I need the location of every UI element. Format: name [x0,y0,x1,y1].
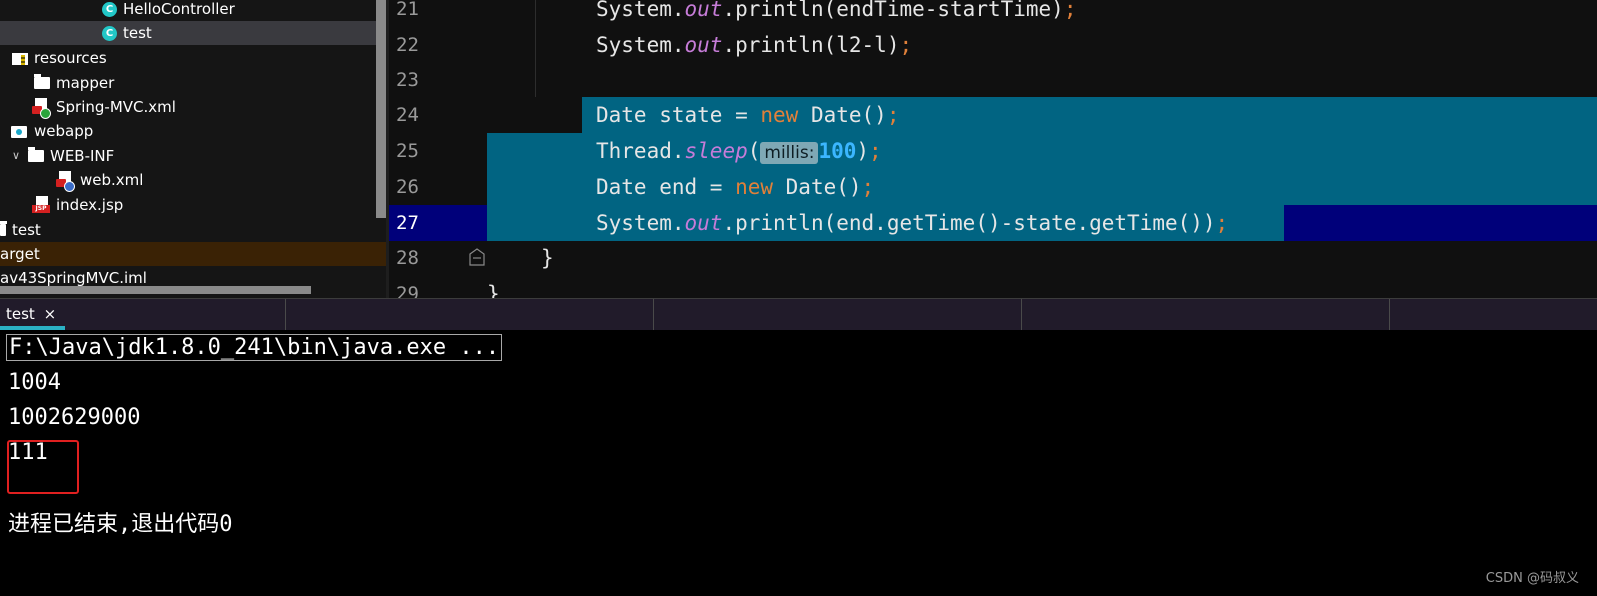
tree-item-label: HelloController [123,0,235,18]
line-number: 21 [396,0,419,20]
tab-separator [1021,299,1022,330]
chevron-down-icon[interactable]: ∨ [12,144,24,168]
tree-item-label: test [12,221,41,239]
caret-line-highlight [1284,205,1597,241]
gutter-line: 21 [389,0,479,27]
code-editor[interactable]: 21 22 23 24 25 26 27 28 29 System.out.pr… [389,0,1597,298]
class-icon: C [102,1,117,17]
code-line: Thread.sleep(millis: 100); [596,139,882,164]
command-box[interactable]: F:\Java\jdk1.8.0_241\bin\java.exe ... [6,334,503,361]
tree-item-web-inf[interactable]: ∨ WEB-INF [12,144,114,168]
console-line: 1002629000 [8,405,141,430]
parameter-hint: millis: [760,142,819,164]
tree-item-hellocontroller[interactable]: C HelloController [102,0,235,21]
web-xml-icon [56,171,75,192]
tree-item-spring-mvc-xml[interactable]: Spring-MVC.xml [32,95,176,119]
tree-item-label: mapper [56,74,115,92]
line-number: 24 [396,104,419,126]
watermark: CSDN @码叔义 [1485,571,1579,586]
console-output[interactable]: F:\Java\jdk1.8.0_241\bin\java.exe ... 10… [0,330,1597,596]
line-number: 23 [396,69,419,91]
line-number: 29 [396,283,419,298]
tree-item-label: webapp [34,122,94,140]
resources-folder-icon [10,51,28,65]
gutter-line: 29 [389,276,479,298]
tab-run-test[interactable]: test × [0,299,65,330]
tab-separator [285,299,286,330]
annotation-red-box [7,440,79,494]
fold-marker-icon[interactable] [469,248,485,266]
code-line: Date state = new Date(); [596,103,900,127]
tab-label: test [6,305,35,323]
gutter-line: 22 [389,27,479,63]
gutter-line: 27 [389,205,479,241]
indent-guide [535,0,536,97]
tree-horizontal-scrollbar[interactable] [0,286,311,294]
tree-item-label: resources [34,49,107,67]
console-command-line[interactable]: F:\Java\jdk1.8.0_241\bin\java.exe ... [6,331,503,365]
class-icon: C [102,25,117,41]
line-number: 25 [396,140,419,162]
code-line: Date end = new Date(); [596,175,875,199]
console-exit-message: 进程已结束,退出代码0 [8,512,233,537]
tree-item-label: WEB-INF [50,147,115,165]
web-folder-icon [10,124,28,138]
tree-item-webapp[interactable]: webapp [10,119,93,143]
spring-xml-icon [32,98,51,119]
tree-item-target[interactable]: arget [0,242,386,266]
gutter-line: 23 [389,62,479,98]
tree-item-index-jsp[interactable]: JSP index.jsp [32,193,123,217]
gutter-line: 26 [389,169,479,205]
gutter-line: 25 [389,133,479,169]
code-line: System.out.println(endTime-startTime); [596,0,1077,21]
tree-item-test-folder[interactable]: test [0,218,41,242]
folder-icon [28,147,44,162]
tree-item-label: index.jsp [56,196,124,214]
gutter-line: 24 [389,97,479,133]
line-number-current: 27 [396,212,419,234]
folder-icon [34,74,50,89]
tree-item-label: arget [0,245,40,263]
tree-item-resources[interactable]: resources [10,46,107,70]
line-number: 22 [396,34,419,56]
console-line: 1004 [8,370,61,395]
code-line-current: System.out.println(end.getTime()-state.g… [596,211,1229,235]
tree-item-label: Spring-MVC.xml [56,98,176,116]
tab-separator [653,299,654,330]
gutter-line: 28 [389,240,479,276]
jsp-icon: JSP [32,196,50,214]
tree-item-test-class[interactable]: C test [0,21,376,45]
project-tree: C HelloController C test resources mappe… [0,0,388,298]
close-icon[interactable]: × [44,305,57,323]
code-line: } [541,246,554,270]
line-number: 28 [396,247,419,269]
tree-item-web-xml[interactable]: web.xml [56,168,143,192]
code-line: System.out.println(l2-l); [596,33,913,57]
tree-vertical-scrollbar[interactable] [376,0,386,218]
tree-item-mapper[interactable]: mapper [34,71,114,95]
code-line: } [487,282,500,298]
line-number: 26 [396,176,419,198]
run-tool-window-tabs: test × [0,298,1597,330]
folder-icon [0,221,7,236]
tree-item-label: test [123,24,152,42]
tab-separator [1389,299,1390,330]
tree-item-label: web.xml [80,171,144,189]
